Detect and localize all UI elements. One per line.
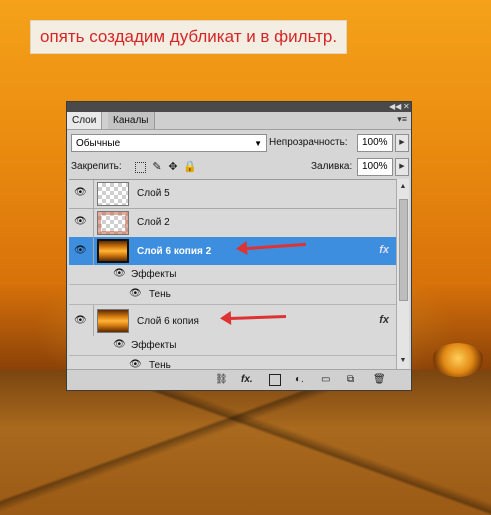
eye-icon[interactable]: 👁	[74, 188, 88, 198]
close-icon[interactable]: ✕	[403, 102, 410, 112]
move-icon[interactable]: ✥	[167, 161, 179, 173]
eye-icon[interactable]: 👁	[74, 316, 88, 326]
effects-label: Эффекты	[131, 340, 177, 351]
layer-name: Слой 5	[137, 188, 170, 199]
scroll-up-icon[interactable]: ▲	[397, 181, 409, 193]
effect-shadow-label: Тень	[149, 289, 171, 300]
adjustment-icon[interactable]: ◐.	[295, 374, 304, 386]
layer-thumbnail	[97, 211, 129, 235]
opacity-input[interactable]: 100%	[357, 134, 393, 152]
layer-row[interactable]: 👁 Слой 2	[69, 208, 399, 238]
fx-icon[interactable]: fx	[379, 244, 389, 256]
lock-icon[interactable]: 🔒	[183, 161, 197, 173]
scrollbar-thumb[interactable]	[399, 199, 408, 301]
layer-row[interactable]: 👁 Слой 5	[69, 180, 399, 209]
layer-name: Слой 6 копия 2	[137, 246, 212, 257]
tab-channels[interactable]: Каналы	[108, 112, 155, 129]
scroll-down-icon[interactable]: ▼	[397, 355, 409, 367]
layer-row-selected[interactable]: 👁 Слой 6 копия 2 fx	[69, 237, 399, 266]
eye-icon[interactable]: 👁	[113, 269, 127, 279]
layers-scrollbar[interactable]: ▲ ▼	[396, 179, 409, 369]
trash-icon[interactable]: 🗑	[373, 374, 386, 386]
eye-icon[interactable]: 👁	[74, 217, 88, 227]
layer-name: Слой 2	[137, 217, 170, 228]
double-arrow-icon[interactable]: ◀◀	[389, 102, 401, 112]
mask-icon[interactable]	[269, 374, 281, 386]
blend-row: Обычные ▼ Непрозрачность: 100% ▶	[71, 134, 409, 154]
layer-name: Слой 6 копия	[137, 316, 199, 327]
layer-thumbnail	[97, 239, 129, 263]
panel-tabs: Слои Каналы ▾≡	[67, 112, 411, 130]
layer-thumbnail	[97, 309, 129, 333]
layer-row[interactable]: 👁 Слой 6 копия fx	[69, 305, 399, 337]
effect-shadow-row[interactable]: 👁 Тень	[69, 285, 399, 305]
panel-titlebar[interactable]: ◀◀ ✕	[67, 102, 411, 112]
divider	[93, 305, 94, 336]
background-floor	[0, 370, 491, 515]
fill-slider-button[interactable]: ▶	[395, 158, 409, 176]
fx-icon[interactable]: fx.	[241, 374, 253, 386]
chevron-down-icon: ▼	[254, 139, 262, 148]
fx-icon[interactable]: fx	[379, 314, 389, 326]
layer-thumbnail	[97, 182, 129, 206]
opacity-label: Непрозрачность:	[269, 137, 348, 148]
lock-transparency-icon[interactable]	[135, 162, 146, 173]
effects-row[interactable]: 👁 Эффекты	[69, 336, 399, 356]
eye-icon[interactable]: 👁	[113, 340, 127, 350]
eye-icon[interactable]: 👁	[74, 246, 88, 256]
divider	[93, 237, 94, 265]
lock-row: Закрепить: ✎ ✥ 🔒 Заливка: 100% ▶	[71, 158, 409, 178]
tab-layers[interactable]: Слои	[67, 112, 103, 129]
layers-list: 👁 Слой 5 👁 Слой 2 👁 Слой 6 копия 2 fx 👁 …	[69, 179, 399, 370]
opacity-slider-button[interactable]: ▶	[395, 134, 409, 152]
panel-menu-icon[interactable]: ▾≡	[397, 114, 407, 125]
blend-mode-select[interactable]: Обычные ▼	[71, 134, 267, 152]
divider	[93, 208, 94, 237]
fill-label: Заливка:	[311, 161, 353, 172]
link-icon[interactable]: ⛓	[215, 374, 228, 386]
caption-label: опять создадим дубликат и в фильтр.	[30, 20, 348, 54]
effects-row[interactable]: 👁 Эффекты	[69, 265, 399, 285]
eye-icon[interactable]: 👁	[129, 289, 143, 299]
panel-bottom-toolbar: ⛓ fx. ◐. ▭ ⧉ 🗑	[67, 369, 411, 390]
brush-icon[interactable]: ✎	[151, 161, 163, 173]
blend-mode-value: Обычные	[76, 138, 121, 149]
group-icon[interactable]: ▭	[321, 374, 330, 386]
divider	[93, 180, 94, 208]
effect-shadow-row[interactable]: 👁 Тень	[69, 356, 399, 370]
lock-label: Закрепить:	[71, 161, 122, 172]
new-layer-icon[interactable]: ⧉	[347, 374, 354, 386]
effects-label: Эффекты	[131, 269, 177, 280]
fill-input[interactable]: 100%	[357, 158, 393, 176]
glow-orb	[432, 343, 484, 377]
